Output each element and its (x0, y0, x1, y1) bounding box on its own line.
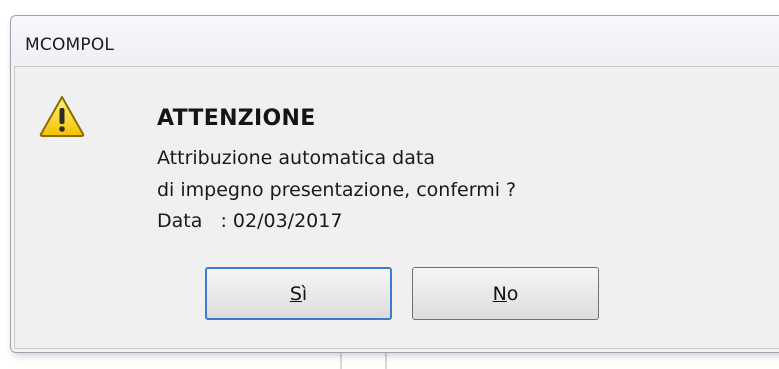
dialog-body: ATTENZIONE Attribuzione automatica data … (14, 66, 779, 349)
yes-button-label-rest: ì (301, 282, 308, 305)
no-button[interactable]: No (412, 267, 599, 320)
window-title: MCOMPOL (25, 35, 115, 55)
message-line-1: Attribuzione automatica data (157, 147, 435, 169)
message-heading: ATTENZIONE (157, 106, 316, 131)
no-button-mnemonic: N (492, 282, 507, 305)
message-dialog: MCOMPOL ATTENZIONE Attribuzione automati… (10, 15, 779, 353)
background-column-line (340, 353, 342, 369)
yes-button[interactable]: Sì (205, 267, 392, 320)
background-column-line (385, 353, 387, 369)
message-date-line: Data : 02/03/2017 (157, 210, 343, 232)
message-line-2: di impegno presentazione, confermi ? (157, 179, 517, 201)
no-button-label-rest: o (506, 282, 519, 305)
warning-icon (39, 95, 85, 137)
yes-button-mnemonic: S (289, 282, 302, 305)
title-bar[interactable]: MCOMPOL (11, 16, 779, 66)
